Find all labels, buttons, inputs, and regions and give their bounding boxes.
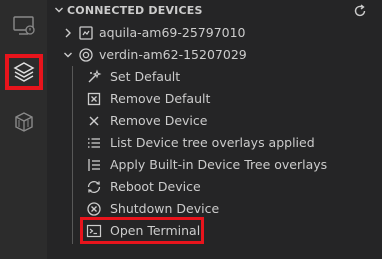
action-label: Remove Default — [110, 91, 211, 106]
remove-default-icon — [86, 91, 102, 107]
action-remove-default[interactable]: Remove Default — [47, 88, 382, 110]
list-indent-icon — [86, 157, 102, 173]
device-name: verdin-am62-15207029 — [99, 47, 247, 62]
torizon-icon[interactable] — [5, 54, 43, 90]
action-label: List Device tree overlays applied — [110, 135, 315, 150]
action-list-overlays[interactable]: List Device tree overlays applied — [47, 132, 382, 154]
action-apply-overlays[interactable]: Apply Built-in Device Tree overlays — [47, 154, 382, 176]
remote-explorer-icon[interactable] — [5, 8, 43, 44]
section-header[interactable]: CONNECTED DEVICES — [47, 0, 382, 22]
action-label: Set Default — [110, 69, 181, 84]
connected-devices-panel: CONNECTED DEVICES aquila-am69-25797010 v… — [47, 0, 382, 259]
device-item[interactable]: aquila-am69-25797010 — [47, 22, 382, 44]
shutdown-icon — [86, 201, 102, 217]
action-label: Apply Built-in Device Tree overlays — [110, 157, 328, 172]
device-board-icon — [78, 25, 94, 41]
device-item[interactable]: verdin-am62-15207029 — [47, 44, 382, 66]
list-icon — [86, 135, 102, 151]
docker-icon[interactable] — [5, 104, 43, 140]
reboot-icon — [86, 179, 102, 195]
action-label: Remove Device — [110, 113, 208, 128]
action-reboot-device[interactable]: Reboot Device — [47, 176, 382, 198]
close-icon — [86, 113, 102, 129]
activity-bar — [0, 0, 47, 259]
action-label: Reboot Device — [110, 179, 201, 194]
chevron-right-icon[interactable] — [63, 27, 73, 39]
action-label: Shutdown Device — [110, 201, 220, 216]
action-set-default[interactable]: Set Default — [47, 66, 382, 88]
chevron-down-icon[interactable] — [63, 49, 73, 61]
refresh-icon[interactable] — [352, 3, 368, 19]
section-title: CONNECTED DEVICES — [67, 4, 203, 17]
highlight-box — [80, 217, 204, 244]
target-icon — [78, 47, 94, 63]
action-remove-device[interactable]: Remove Device — [47, 110, 382, 132]
chevron-down-icon[interactable] — [54, 5, 64, 15]
device-name: aquila-am69-25797010 — [99, 25, 246, 40]
wand-icon — [86, 69, 102, 85]
